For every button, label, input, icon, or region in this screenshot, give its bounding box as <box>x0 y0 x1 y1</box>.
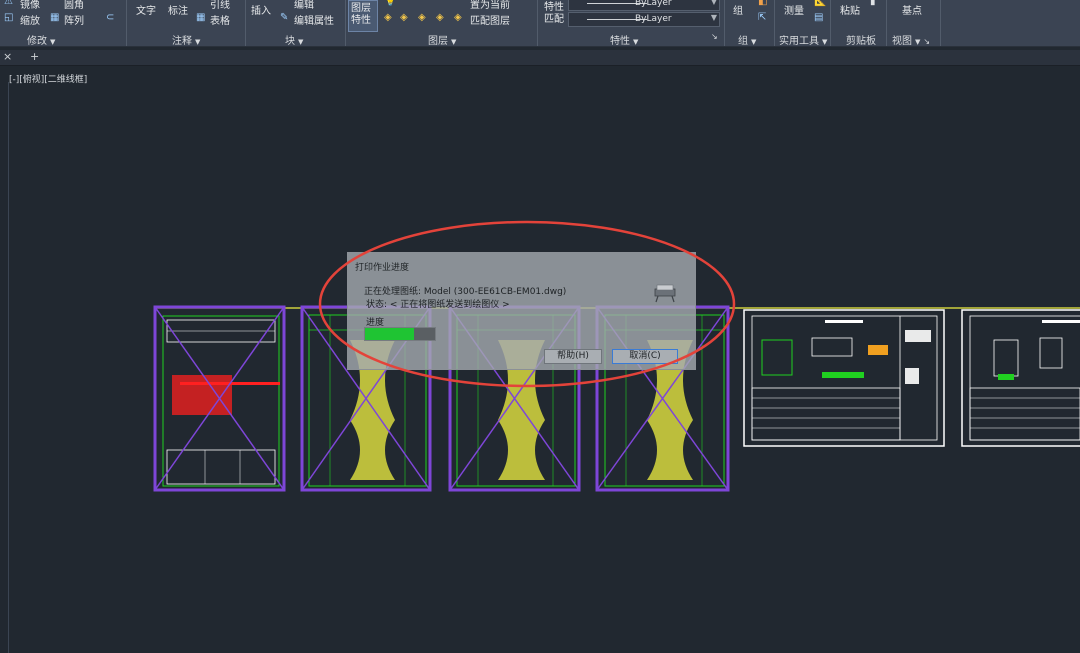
drawing-sheet-6[interactable] <box>961 309 1080 447</box>
plot-progress-dialog: 打印作业进度 正在处理图纸: Model (300-EE61CB-EM01.dw… <box>347 252 696 370</box>
cancel-button[interactable]: 取消(C) <box>612 349 678 364</box>
offset-icon[interactable]: ⊂ <box>106 12 114 23</box>
group-title-utilities[interactable]: 实用工具 ▼ <box>779 32 827 47</box>
layer-icon[interactable]: 💡 <box>384 0 396 7</box>
layer-iso-icon[interactable]: ◈ <box>436 12 444 23</box>
edit-attributes-icon[interactable]: ✎ <box>280 12 288 23</box>
set-current-button[interactable]: 置为当前 <box>470 0 510 11</box>
progress-fill <box>365 328 414 340</box>
mirror-button[interactable]: 镜像 <box>20 0 40 11</box>
table-button[interactable]: 表格 <box>210 12 230 27</box>
group-title-properties[interactable]: 特性 ▼ <box>610 32 638 47</box>
group-title-annotation[interactable]: 注释 ▼ <box>172 32 200 47</box>
drawing-sheet-1[interactable] <box>153 305 286 492</box>
group-title-clipboard[interactable]: 剪贴板 <box>846 32 876 47</box>
close-tab-icon[interactable]: × <box>3 50 12 63</box>
edit-attributes-button[interactable]: 编辑属性 <box>294 12 334 27</box>
properties-launcher-icon[interactable]: ↘ <box>711 32 718 41</box>
scale-button[interactable]: 缩放 <box>20 12 40 27</box>
table-icon[interactable]: ▦ <box>196 12 205 23</box>
measure-icon[interactable]: 📐 <box>814 0 826 7</box>
array-button[interactable]: 阵列 <box>64 12 84 27</box>
group-title-modify[interactable]: 修改 ▼ <box>27 32 55 47</box>
paste-button[interactable]: 粘贴 <box>840 2 860 17</box>
mirror-icon[interactable]: ⚠ <box>4 0 13 7</box>
group-edit-icon[interactable]: ◧ <box>758 0 767 7</box>
calculator-icon[interactable]: ▤ <box>814 12 823 23</box>
drawing-sheet-5[interactable] <box>743 309 945 447</box>
match-properties-button[interactable]: 特性匹配 <box>544 2 564 26</box>
block-edit-button[interactable]: 编辑 <box>294 0 314 11</box>
fillet-button[interactable]: 圆角 <box>64 0 84 11</box>
leader-button[interactable]: 引线 <box>210 0 230 11</box>
array-icon[interactable]: ▦ <box>50 12 59 23</box>
layer-freeze-icon[interactable]: ◈ <box>400 12 408 23</box>
group-title-groups[interactable]: 组 ▼ <box>738 32 756 47</box>
group-select-icon[interactable]: ⇱ <box>758 12 766 23</box>
insert-button[interactable]: 插入 <box>251 2 271 17</box>
match-layer-button[interactable]: 匹配图层 <box>470 12 510 27</box>
layer-properties-button[interactable]: 图层特性 <box>348 0 378 32</box>
linetype-combo[interactable]: ByLayer ▼ <box>568 12 720 27</box>
layer-state-icon[interactable]: ◈ <box>384 12 392 23</box>
ribbon: ⚠ 镜像 圆角 ◱ 缩放 ▦ 阵列 ⊂ 修改 ▼ 文字 标注 引线 ▦ 表格 注释… <box>0 0 1080 47</box>
group-button[interactable]: 组 <box>733 2 743 17</box>
group-title-block[interactable]: 块 ▼ <box>285 32 303 47</box>
new-tab-icon[interactable]: + <box>30 50 39 63</box>
plotter-icon <box>654 284 676 303</box>
color-combo[interactable]: ByLayer ▼ <box>568 0 720 11</box>
progress-bar <box>364 327 436 341</box>
paste-icon[interactable]: ▮ <box>870 0 876 7</box>
help-button[interactable]: 帮助(H) <box>544 349 602 364</box>
base-point-button[interactable]: 基点 <box>902 2 922 17</box>
processing-sheet-text: 正在处理图纸: Model (300-EE61CB-EM01.dwg) <box>364 287 567 297</box>
match-layer-icon[interactable]: ◈ <box>454 12 462 23</box>
measure-button[interactable]: 测量 <box>784 2 804 17</box>
group-title-layers[interactable]: 图层 ▼ <box>428 32 456 47</box>
layer-lock-icon[interactable]: ◈ <box>418 12 426 23</box>
group-title-view[interactable]: 视图 ▼ ↘ <box>892 32 930 47</box>
document-tab-bar: × + <box>0 50 1080 66</box>
scale-icon[interactable]: ◱ <box>4 12 13 23</box>
status-text: 状态: < 正在将图纸发送到绘图仪 > <box>366 300 510 310</box>
dimension-button[interactable]: 标注 <box>168 2 188 17</box>
text-button[interactable]: 文字 <box>136 2 156 17</box>
dialog-title: 打印作业进度 <box>355 263 410 273</box>
